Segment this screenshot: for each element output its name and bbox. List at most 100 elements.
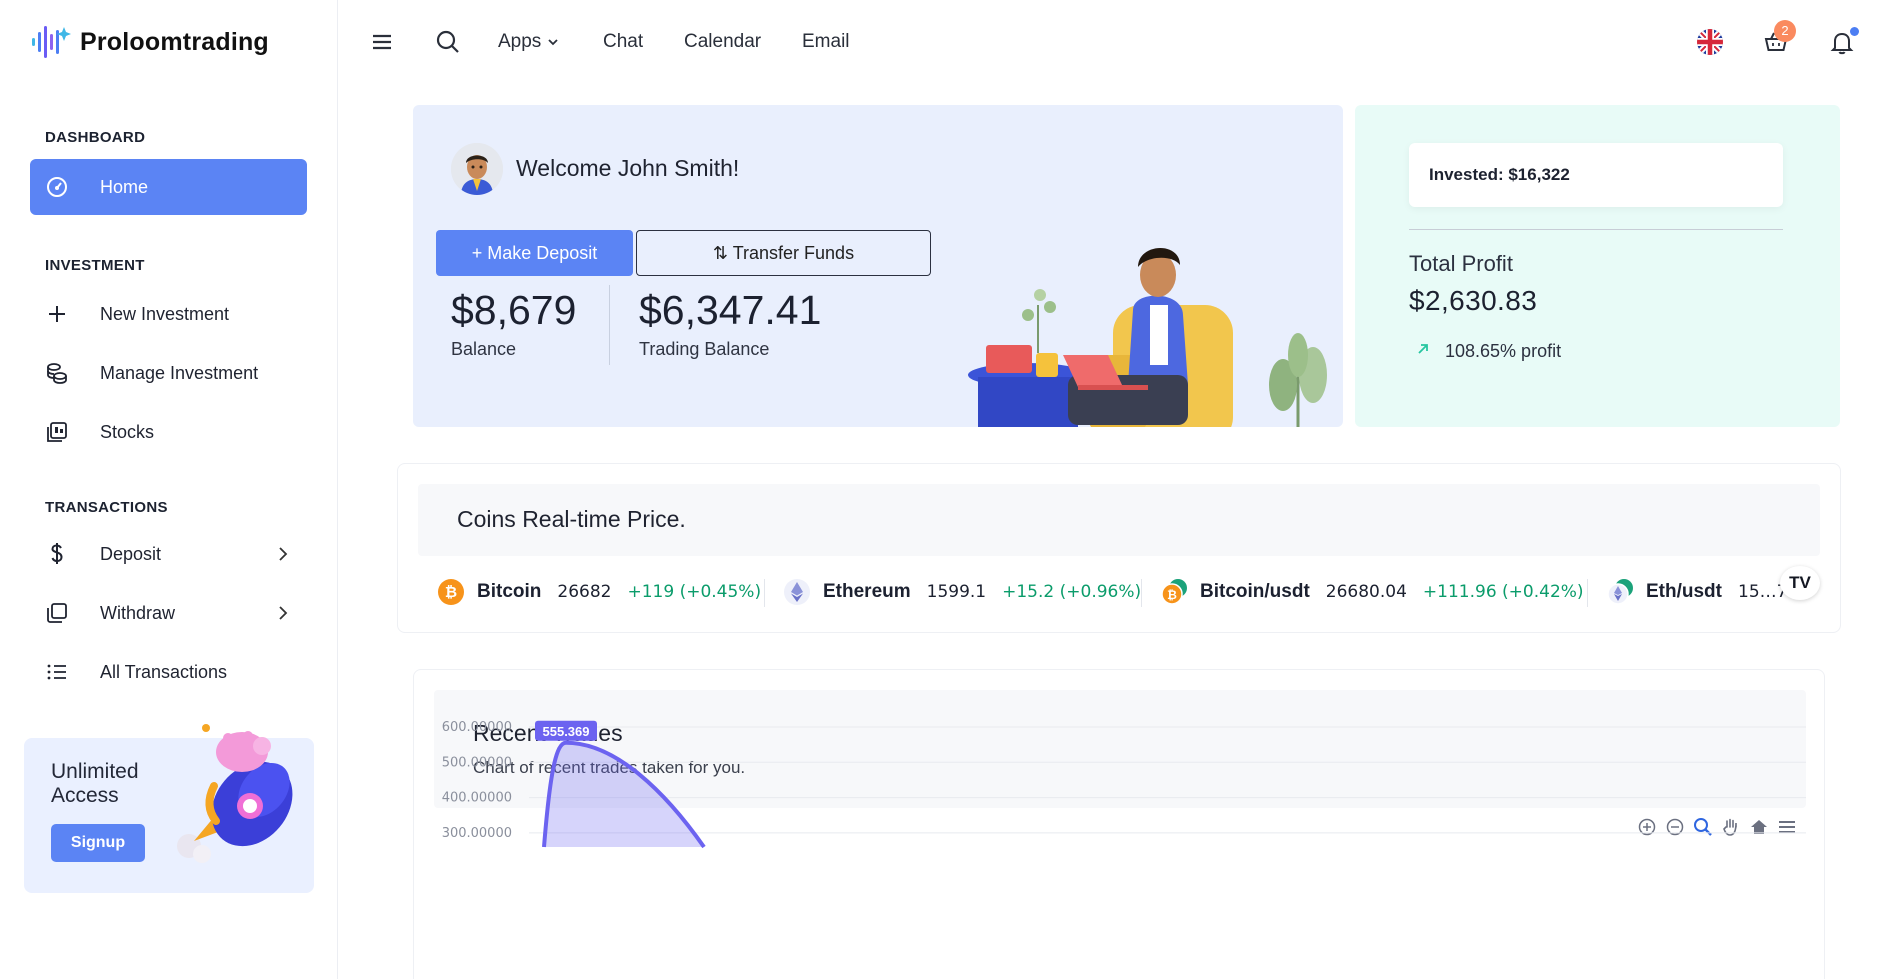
plus-icon (44, 301, 70, 327)
balance-value: $8,679 (451, 287, 577, 333)
ethereum-tether-icon (1607, 579, 1633, 605)
ticker-item-eth-usdt[interactable]: Eth/usdt 15…7 (1606, 569, 1803, 615)
y-tick-label: 300.00000 (442, 826, 512, 841)
sidebar-item-label: Manage Investment (100, 362, 259, 383)
sidebar-item-manage-investment[interactable]: Manage Investment (30, 345, 307, 401)
logo-icon (32, 26, 71, 58)
coins-title: Coins Real-time Price. (457, 506, 686, 532)
sidebar-item-label: New Investment (100, 303, 230, 324)
ticker-item-ethereum[interactable]: Ethereum 1599.1 +15.2 (+0.96%) (783, 569, 1141, 615)
sidebar-item-withdraw[interactable]: Withdraw (30, 585, 307, 641)
sidebar-item-home[interactable]: Home (30, 159, 307, 215)
sidebar-item-all-transactions[interactable]: All Transactions (30, 644, 307, 700)
dollar-icon (44, 541, 70, 567)
ticker-change: +111.96 (+0.42%) (1422, 582, 1584, 602)
tradingview-logo-icon[interactable]: TV (1780, 566, 1820, 600)
stat-divider (609, 285, 610, 365)
coins-header: Coins Real-time Price. (418, 484, 1820, 556)
list-icon (44, 659, 70, 685)
ticker-item-bitcoin[interactable]: ₿ Bitcoin 26682 +119 (+0.45%) (437, 569, 761, 615)
ticker-price: 26680.04 (1325, 582, 1407, 602)
nav-email[interactable]: Email (802, 31, 850, 53)
sidebar-item-label: Home (100, 176, 149, 197)
ticker-price: 26682 (557, 582, 612, 602)
peak-data-label: 555.369 (543, 724, 590, 739)
signup-button[interactable]: Signup (51, 824, 145, 862)
ticker-name: Ethereum (823, 581, 911, 602)
hamburger-icon[interactable] (368, 28, 396, 56)
profit-percent: 108.65% profit (1445, 341, 1562, 361)
sidebar-item-label: Stocks (100, 421, 155, 442)
coins-stack-icon (44, 360, 70, 386)
transfer-funds-label: Transfer Funds (732, 242, 855, 263)
svg-text:₿: ₿ (445, 583, 457, 601)
section-title-dashboard: DASHBOARD (45, 129, 146, 146)
notification-dot (1850, 27, 1859, 36)
rocket-piggy-illustration (177, 724, 293, 863)
ticker-item-bitcoin-usdt[interactable]: ₿ Bitcoin/usdt 26680.04 +111.96 (+0.42%) (1160, 569, 1584, 615)
total-profit-label: Total Profit (1409, 251, 1513, 276)
search-icon[interactable] (434, 28, 462, 56)
nav-calendar[interactable]: Calendar (684, 31, 761, 53)
total-profit-value: $2,630.83 (1409, 285, 1538, 316)
app-logo[interactable]: Proloomtrading (30, 22, 269, 62)
bitcoin-icon: ₿ (438, 579, 464, 605)
svg-text:₿: ₿ (1167, 588, 1177, 602)
ticker-price: 1599.1 (926, 582, 987, 602)
chevron-right-icon (279, 547, 288, 561)
trading-balance-value: $6,347.41 (639, 287, 822, 333)
ethereum-icon (784, 579, 810, 605)
ticker-change: +15.2 (+0.96%) (1002, 582, 1142, 602)
bitcoin-tether-icon: ₿ (1161, 579, 1187, 605)
app-name: Proloomtrading (80, 27, 269, 56)
chevron-down-icon (547, 39, 558, 46)
copy-cards-icon (44, 600, 70, 626)
ticker-name: Bitcoin (477, 581, 542, 602)
promo-card: Unlimited Access Signup (24, 724, 314, 893)
ticker-name: Eth/usdt (1646, 581, 1722, 602)
sidebar-item-label: Withdraw (100, 602, 176, 623)
welcome-card: Welcome John Smith! + Make Deposit ⇅ Tra… (413, 105, 1343, 427)
y-tick-label: 400.00000 (442, 791, 512, 806)
ticker-separator (1587, 579, 1588, 607)
price-ticker[interactable]: ₿ Bitcoin 26682 +119 (+0.45%) Ethereum 1… (398, 569, 1820, 615)
y-tick-label: 600.00000 (442, 720, 512, 735)
sidebar-item-new-investment[interactable]: New Investment (30, 286, 307, 342)
chevron-right-icon (279, 606, 288, 620)
coins-price-card: Coins Real-time Price. ₿ Bitcoin 26682 +… (397, 463, 1841, 633)
recent-trades-chart: 600.00000 500.00000 400.00000 300.00000 555.… (442, 720, 1806, 849)
dashboard-gauge-icon (44, 174, 70, 200)
person-laptop-illustration (968, 247, 1327, 427)
nav-apps-label: Apps (498, 31, 542, 52)
recent-trades-card: Recent Trades Chart of recent trades tak… (413, 669, 1825, 979)
sidebar: Proloomtrading DASHBOARD Home INVESTMENT… (0, 0, 338, 979)
invested-amount: Invested: $16,322 (1409, 143, 1783, 207)
trading-balance-label: Trading Balance (639, 339, 770, 359)
profit-card: Invested: $16,322 Total Profit $2,630.83… (1355, 105, 1840, 427)
uk-flag-icon[interactable] (1696, 28, 1724, 56)
balance-label: Balance (451, 339, 517, 359)
sidebar-item-label: Deposit (100, 543, 162, 564)
sidebar-item-deposit[interactable]: Deposit (30, 526, 307, 582)
cart-badge: 2 (1774, 20, 1796, 42)
sidebar-item-label: All Transactions (100, 661, 228, 682)
ticker-change: +119 (+0.45%) (627, 582, 762, 602)
section-title-investment: INVESTMENT (45, 257, 145, 274)
stocks-icon (44, 419, 70, 445)
profit-divider (1409, 229, 1783, 230)
avatar (451, 143, 503, 195)
arrow-up-right-icon (1418, 344, 1428, 354)
welcome-title: Welcome John Smith! (516, 155, 740, 181)
area-series-fill (544, 742, 704, 847)
nav-apps[interactable]: Apps (498, 31, 559, 53)
make-deposit-button[interactable]: + Make Deposit (436, 230, 633, 276)
nav-chat[interactable]: Chat (603, 31, 643, 53)
y-tick-label: 500.00000 (442, 755, 512, 770)
ticker-name: Bitcoin/usdt (1200, 581, 1310, 602)
ticker-separator (764, 579, 765, 607)
transfer-funds-button[interactable]: ⇅ Transfer Funds (636, 230, 931, 276)
swap-arrows-icon: ⇅ (712, 242, 728, 263)
sidebar-item-stocks[interactable]: Stocks (30, 404, 307, 460)
ticker-separator (1141, 579, 1142, 607)
section-title-transactions: TRANSACTIONS (45, 499, 168, 516)
